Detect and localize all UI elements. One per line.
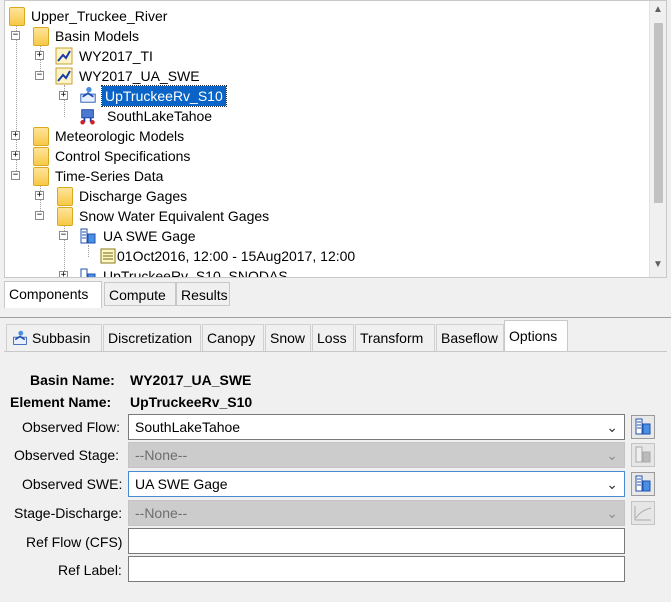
- expand-icon[interactable]: +: [11, 131, 20, 140]
- ref-label-label: Ref Label:: [58, 562, 122, 578]
- tab-discretization[interactable]: Discretization: [103, 324, 201, 352]
- tree-item-label: Control Specifications: [55, 148, 191, 164]
- expand-icon[interactable]: +: [11, 151, 20, 160]
- observed-swe-gage-button[interactable]: [631, 472, 655, 496]
- expand-icon[interactable]: +: [35, 191, 44, 200]
- tab-label: Subbasin: [32, 330, 91, 346]
- folder-icon: [33, 167, 49, 186]
- chevron-down-icon: ⌄: [606, 447, 618, 463]
- folder-icon: [9, 7, 25, 26]
- tree-item-label: Basin Models: [55, 28, 140, 44]
- scroll-up-icon[interactable]: ▲: [653, 4, 663, 15]
- chevron-down-icon: ⌄: [606, 505, 618, 521]
- folder-icon: [33, 147, 49, 166]
- tab-options[interactable]: Options: [504, 320, 568, 352]
- stage-discharge-label: Stage-Discharge:: [14, 505, 123, 521]
- observed-flow-select[interactable]: SouthLakeTahoe ⌄: [128, 414, 625, 440]
- element-name-label: Element Name:: [10, 394, 112, 410]
- tab-components[interactable]: Components: [4, 281, 102, 308]
- tree-item-label: UpTruckeeRv_S10: [101, 85, 227, 107]
- editor-tab-bar: Subbasin Discretization Canopy Snow Loss…: [4, 320, 667, 352]
- gage-icon: [635, 446, 651, 463]
- tree-item-label: WY2017_UA_SWE: [79, 68, 200, 84]
- observed-stage-label: Observed Stage:: [14, 447, 120, 463]
- gage-icon: [635, 418, 651, 435]
- ref-flow-input[interactable]: [128, 528, 625, 554]
- expand-icon[interactable]: +: [35, 51, 44, 60]
- observed-flow-gage-button[interactable]: [631, 415, 655, 439]
- ref-flow-label: Ref Flow (CFS): [26, 534, 123, 550]
- tree-scrollbar[interactable]: ▲ ▼: [649, 1, 666, 277]
- tree-item-label: 01Oct2016, 12:00 - 15Aug2017, 12:00: [117, 248, 356, 264]
- tab-transform[interactable]: Transform: [355, 324, 435, 352]
- observed-swe-value: UA SWE Gage: [135, 476, 228, 492]
- chevron-down-icon: ⌄: [606, 419, 618, 435]
- collapse-icon[interactable]: −: [35, 71, 44, 80]
- folder-icon: [33, 127, 49, 146]
- folder-icon: [57, 207, 73, 226]
- collapse-icon[interactable]: −: [11, 171, 20, 180]
- tree-item-label: WY2017_TI: [79, 48, 153, 64]
- folder-icon: [57, 187, 73, 206]
- tree-item-label: UA SWE Gage: [103, 228, 196, 244]
- stage-discharge-curve-button[interactable]: [631, 501, 655, 525]
- time-window-icon: [100, 248, 116, 264]
- folder-icon: [33, 27, 49, 46]
- observed-stage-gage-button[interactable]: [631, 443, 655, 467]
- observed-flow-value: SouthLakeTahoe: [135, 419, 241, 435]
- panel-splitter[interactable]: [0, 317, 671, 318]
- observed-swe-label: Observed SWE:: [22, 476, 123, 492]
- tab-baseflow[interactable]: Baseflow: [436, 324, 504, 352]
- tree-item-label: SouthLakeTahoe: [107, 108, 213, 124]
- tab-canopy[interactable]: Canopy: [202, 324, 264, 352]
- tree-item-label: Discharge Gages: [79, 188, 188, 204]
- observed-flow-label: Observed Flow:: [22, 419, 121, 435]
- stage-discharge-select[interactable]: --None-- ⌄: [128, 500, 625, 526]
- expand-icon[interactable]: +: [59, 271, 68, 277]
- scroll-down-icon[interactable]: ▼: [653, 259, 663, 270]
- element-name-value: UpTruckeeRv_S10: [130, 394, 253, 410]
- junction-icon: [80, 109, 95, 125]
- options-editor: Basin Name: WY2017_UA_SWE Element Name: …: [4, 351, 667, 602]
- tree-item-label: Meteorologic Models: [55, 128, 185, 144]
- ref-label-input[interactable]: [128, 556, 625, 582]
- tab-compute[interactable]: Compute: [104, 282, 176, 306]
- subbasin-icon: [80, 86, 96, 103]
- collapse-icon[interactable]: −: [59, 231, 68, 240]
- basin-model-icon: [55, 67, 73, 85]
- expand-icon[interactable]: +: [59, 91, 68, 100]
- stage-discharge-value: --None--: [135, 505, 188, 521]
- tree-item-label: Upper_Truckee_River: [31, 8, 168, 24]
- tab-loss[interactable]: Loss: [312, 324, 354, 352]
- observed-swe-select[interactable]: UA SWE Gage ⌄: [128, 471, 625, 497]
- collapse-icon[interactable]: −: [35, 211, 44, 220]
- tree-item-label: Snow Water Equivalent Gages: [79, 208, 270, 224]
- tree-item-label: Time-Series Data: [55, 168, 164, 184]
- chevron-down-icon: ⌄: [606, 476, 618, 492]
- basin-name-label: Basin Name:: [30, 372, 115, 388]
- collapse-icon[interactable]: −: [11, 31, 20, 40]
- subbasin-icon: [13, 330, 27, 345]
- observed-stage-value: --None--: [135, 447, 188, 463]
- tab-snow[interactable]: Snow: [265, 324, 311, 352]
- tab-subbasin[interactable]: Subbasin: [6, 324, 102, 352]
- scrollbar-thumb[interactable]: [654, 23, 663, 203]
- observed-stage-select[interactable]: --None-- ⌄: [128, 442, 625, 468]
- gage-icon: [635, 475, 651, 492]
- basin-name-value: WY2017_UA_SWE: [130, 372, 252, 388]
- basin-model-icon: [55, 47, 73, 65]
- gage-icon: [80, 228, 96, 244]
- tree-item-label: UpTruckeeRv_S10_SNODAS: [103, 268, 288, 278]
- component-tree[interactable]: Upper_Truckee_River − Basin Models + WY2…: [4, 0, 667, 278]
- curve-icon: [634, 506, 652, 521]
- gage-icon: [80, 268, 96, 277]
- tab-results[interactable]: Results: [176, 282, 230, 306]
